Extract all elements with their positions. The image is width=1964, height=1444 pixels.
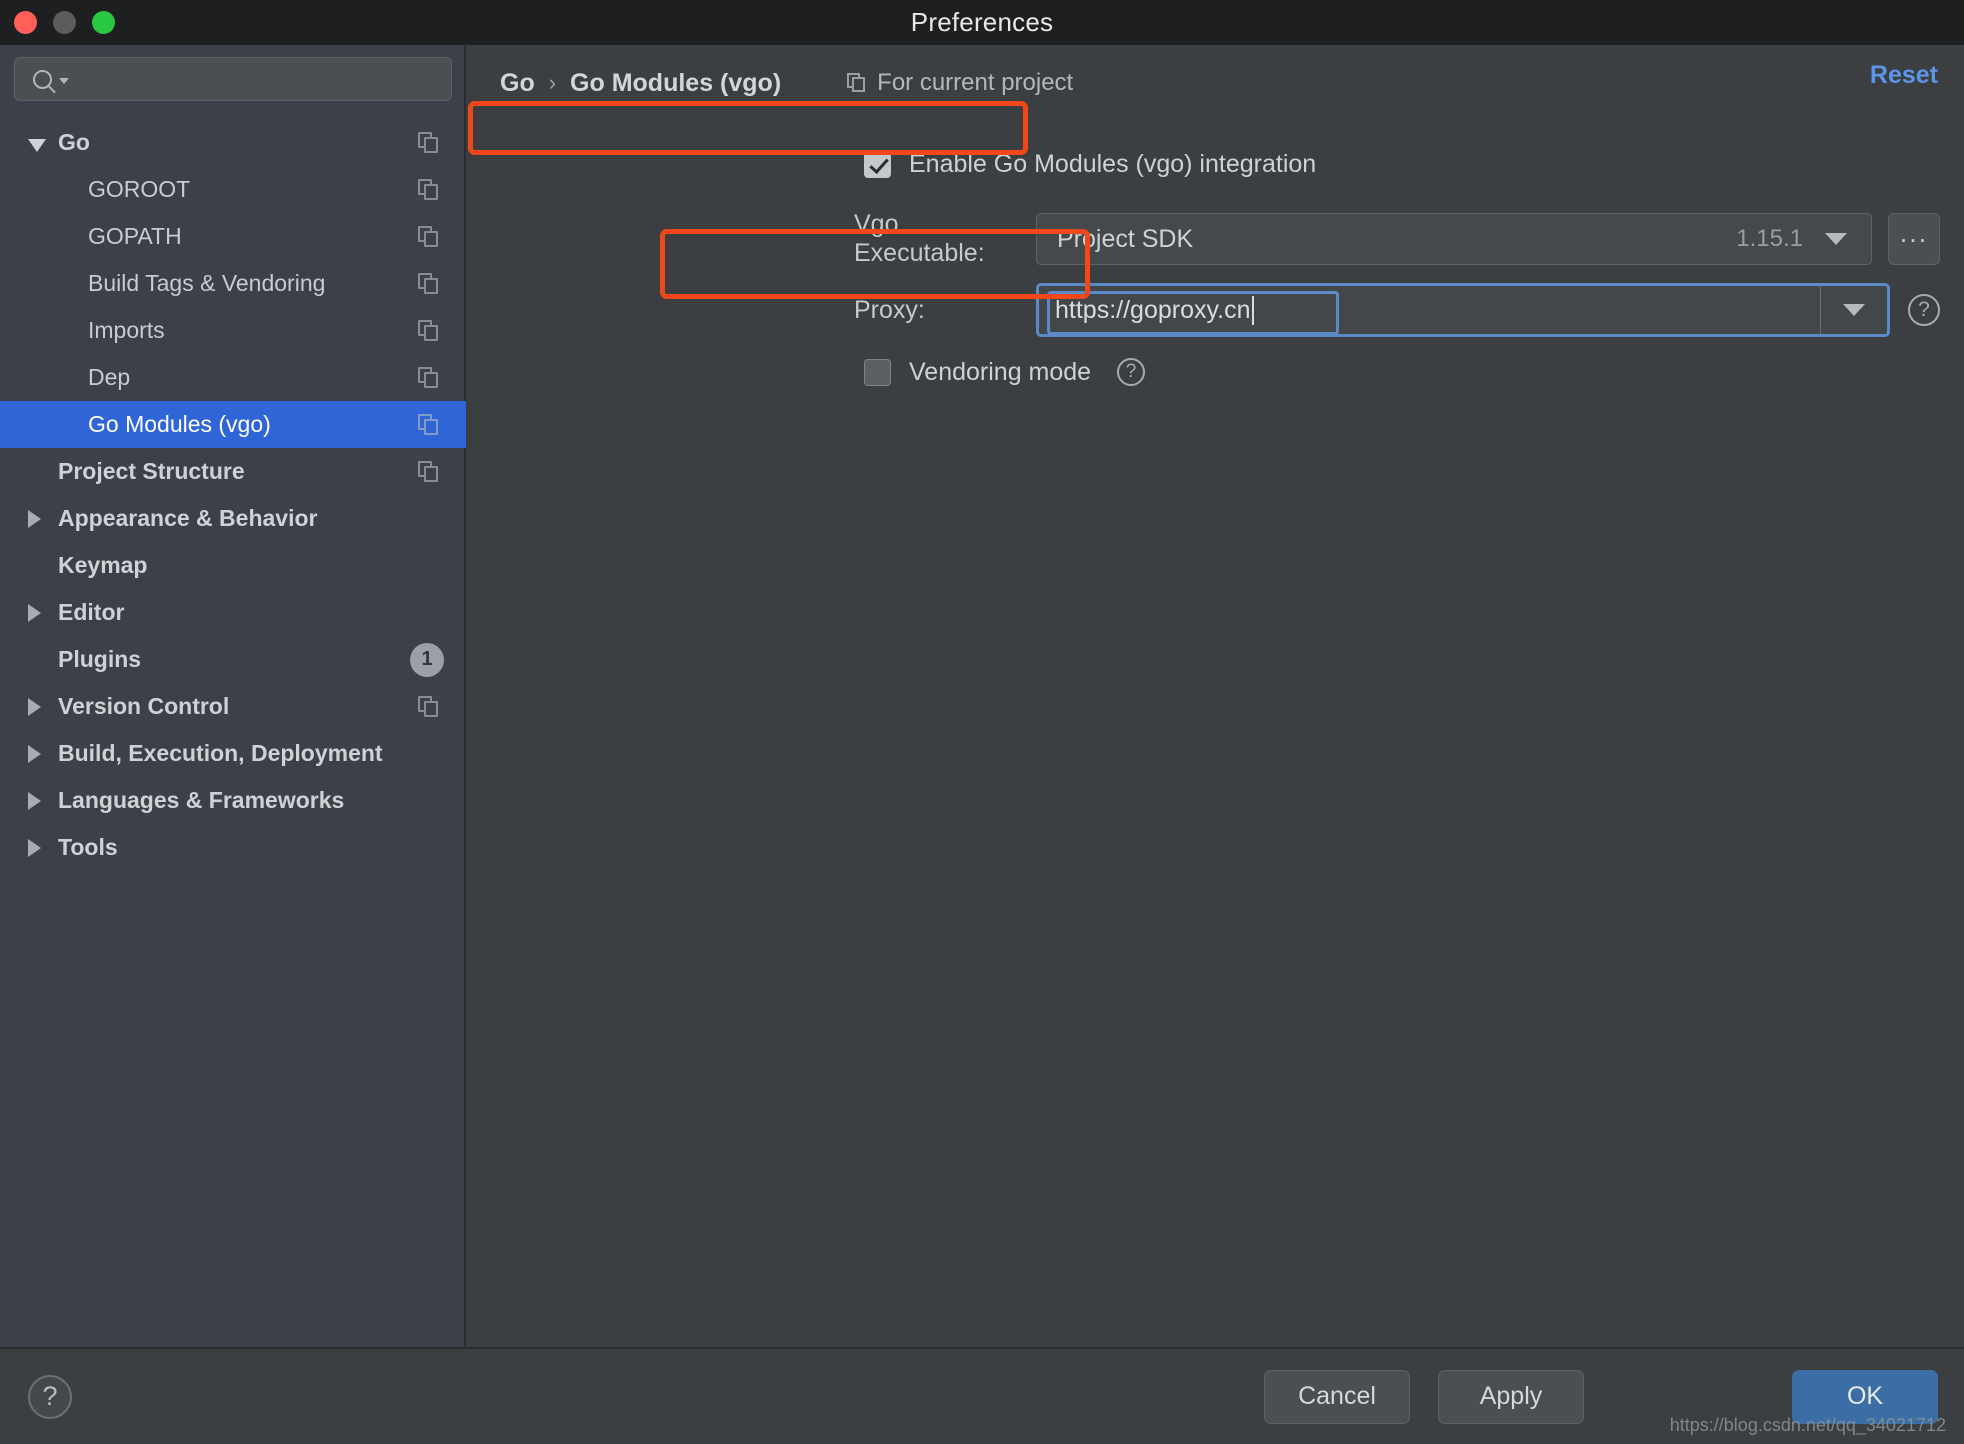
- vendoring-mode-row[interactable]: Vendoring mode ?: [864, 349, 1145, 395]
- sidebar-item-build-execution-deployment[interactable]: Build, Execution, Deployment: [0, 730, 466, 777]
- watermark-text: https://blog.csdn.net/qq_34021712: [1670, 1415, 1946, 1436]
- help-button[interactable]: ?: [28, 1375, 72, 1419]
- vgo-executable-combobox[interactable]: Project SDK 1.15.1: [1036, 213, 1872, 265]
- chevron-down-icon[interactable]: [28, 139, 46, 152]
- sidebar-item-label: Plugins: [58, 646, 141, 673]
- sidebar-item-label: Tools: [58, 834, 118, 861]
- sidebar-item-goroot[interactable]: GOROOT: [0, 166, 466, 213]
- copy-settings-icon[interactable]: [418, 320, 440, 342]
- sidebar-item-label: Project Structure: [58, 458, 245, 485]
- minimize-window-button[interactable]: [53, 11, 76, 34]
- sidebar-item-label: Editor: [58, 599, 124, 626]
- sidebar-item-label: GOPATH: [88, 223, 182, 250]
- search-icon: [33, 70, 52, 89]
- copy-settings-icon[interactable]: [418, 414, 440, 436]
- sidebar-item-project-structure[interactable]: Project Structure: [0, 448, 466, 495]
- sidebar-item-keymap[interactable]: Keymap: [0, 542, 466, 589]
- chevron-right-icon[interactable]: [28, 839, 41, 857]
- proxy-row: Proxy: https://goproxy.cn ?: [854, 281, 1940, 339]
- search-input[interactable]: [76, 68, 451, 91]
- sidebar-item-plugins[interactable]: Plugins 1: [0, 636, 466, 683]
- copy-settings-icon[interactable]: [418, 226, 440, 248]
- vgo-executable-value: Project SDK: [1057, 225, 1736, 254]
- proxy-input-wrap[interactable]: https://goproxy.cn: [1039, 286, 1820, 334]
- sidebar-item-label: Appearance & Behavior: [58, 505, 317, 532]
- copy-settings-icon[interactable]: [418, 461, 440, 483]
- sidebar-item-dep[interactable]: Dep: [0, 354, 466, 401]
- copy-settings-icon[interactable]: [418, 179, 440, 201]
- search-dropdown-icon[interactable]: [59, 78, 69, 84]
- proxy-input-value: https://goproxy.cn: [1055, 296, 1250, 325]
- sidebar-item-label: Imports: [88, 317, 165, 344]
- sidebar-item-label: Go: [58, 129, 90, 156]
- apply-button[interactable]: Apply: [1438, 1370, 1584, 1424]
- scope-indicator: For current project: [847, 69, 1073, 97]
- enable-go-modules-row[interactable]: Enable Go Modules (vgo) integration: [864, 141, 1316, 187]
- search-box[interactable]: [14, 57, 452, 101]
- breadcrumb: Go › Go Modules (vgo) For current projec…: [500, 59, 1940, 107]
- enable-go-modules-checkbox[interactable]: [864, 151, 891, 178]
- sidebar-search: [14, 57, 452, 101]
- combobox-divider: [1820, 286, 1821, 334]
- vgo-executable-version: 1.15.1: [1736, 225, 1803, 253]
- sidebar-item-imports[interactable]: Imports: [0, 307, 466, 354]
- breadcrumb-separator-icon: ›: [549, 70, 556, 96]
- settings-sidebar: Go GOROOT GOPATH Build Tags & Vendoring Impo…: [0, 45, 466, 1347]
- vendoring-mode-checkbox[interactable]: [864, 359, 891, 386]
- copy-settings-icon[interactable]: [418, 273, 440, 295]
- vendoring-mode-label: Vendoring mode: [909, 358, 1091, 387]
- cancel-button[interactable]: Cancel: [1264, 1370, 1410, 1424]
- copy-settings-icon[interactable]: [847, 73, 867, 94]
- settings-tree: Go GOROOT GOPATH Build Tags & Vendoring Impo…: [0, 119, 466, 871]
- sidebar-item-appearance-behavior[interactable]: Appearance & Behavior: [0, 495, 466, 542]
- sidebar-item-gopath[interactable]: GOPATH: [0, 213, 466, 260]
- zoom-window-button[interactable]: [92, 11, 115, 34]
- vgo-executable-row: Vgo Executable: Project SDK 1.15.1 ...: [854, 213, 1940, 265]
- chevron-right-icon[interactable]: [28, 745, 41, 763]
- copy-settings-icon[interactable]: [418, 367, 440, 389]
- sidebar-item-go[interactable]: Go: [0, 119, 466, 166]
- copy-settings-icon[interactable]: [418, 132, 440, 154]
- sidebar-item-label: Version Control: [58, 693, 229, 720]
- sidebar-item-languages-frameworks[interactable]: Languages & Frameworks: [0, 777, 466, 824]
- window-title: Preferences: [911, 7, 1053, 38]
- text-cursor: [1252, 296, 1254, 325]
- sidebar-item-label: Dep: [88, 364, 130, 391]
- scope-label: For current project: [877, 69, 1073, 97]
- sidebar-item-go-modules-vgo[interactable]: Go Modules (vgo): [0, 401, 466, 448]
- chevron-right-icon[interactable]: [28, 604, 41, 622]
- sidebar-item-version-control[interactable]: Version Control: [0, 683, 466, 730]
- proxy-combobox[interactable]: https://goproxy.cn: [1036, 283, 1890, 337]
- vgo-executable-label: Vgo Executable:: [854, 210, 1036, 268]
- sidebar-item-label: Build Tags & Vendoring: [88, 270, 325, 297]
- sidebar-item-label: Languages & Frameworks: [58, 787, 344, 814]
- sidebar-item-tools[interactable]: Tools: [0, 824, 466, 871]
- settings-main-panel: Go › Go Modules (vgo) For current projec…: [468, 45, 1964, 1347]
- sidebar-item-label: Build, Execution, Deployment: [58, 740, 383, 767]
- chevron-down-icon[interactable]: [1825, 233, 1847, 245]
- dialog-footer: ? Cancel Apply OK https://blog.csdn.net/…: [0, 1347, 1964, 1444]
- sidebar-item-editor[interactable]: Editor: [0, 589, 466, 636]
- sidebar-item-label: Keymap: [58, 552, 147, 579]
- plugins-update-badge: 1: [410, 643, 444, 677]
- chevron-right-icon[interactable]: [28, 510, 41, 528]
- sidebar-item-label: GOROOT: [88, 176, 190, 203]
- traffic-light-controls: [14, 0, 115, 45]
- proxy-label: Proxy:: [854, 296, 1036, 325]
- sidebar-item-build-tags-vendoring[interactable]: Build Tags & Vendoring: [0, 260, 466, 307]
- proxy-help-icon[interactable]: ?: [1908, 294, 1940, 326]
- copy-settings-icon[interactable]: [418, 696, 440, 718]
- chevron-right-icon[interactable]: [28, 698, 41, 716]
- breadcrumb-root[interactable]: Go: [500, 69, 535, 98]
- chevron-down-icon[interactable]: [1843, 304, 1865, 316]
- vgo-executable-browse-button[interactable]: ...: [1888, 213, 1940, 265]
- window-titlebar: Preferences: [0, 0, 1964, 45]
- breadcrumb-current: Go Modules (vgo): [570, 69, 781, 98]
- close-window-button[interactable]: [14, 11, 37, 34]
- reset-link[interactable]: Reset: [1870, 61, 1938, 90]
- chevron-right-icon[interactable]: [28, 792, 41, 810]
- enable-go-modules-label: Enable Go Modules (vgo) integration: [909, 150, 1316, 179]
- vendoring-mode-help-icon[interactable]: ?: [1117, 358, 1145, 386]
- sidebar-item-label: Go Modules (vgo): [88, 411, 271, 438]
